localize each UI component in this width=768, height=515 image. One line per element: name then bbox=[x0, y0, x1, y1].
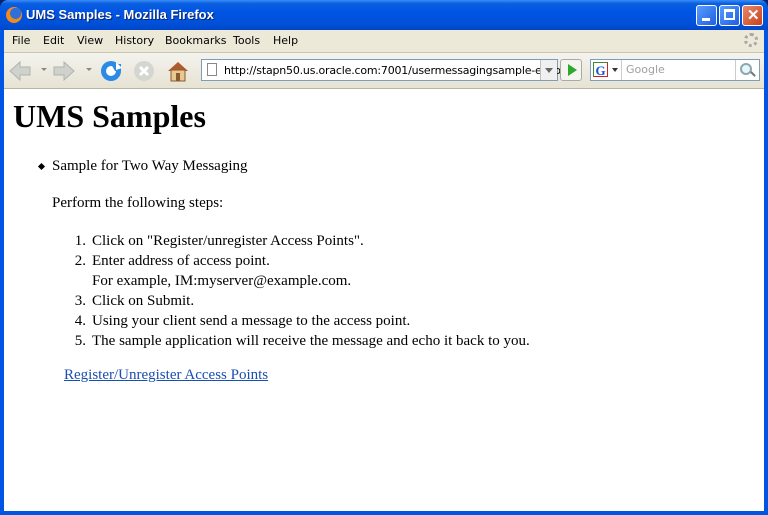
title-bar[interactable]: UMS Samples - Mozilla Firefox ✕ bbox=[0, 0, 768, 30]
back-history-dropdown[interactable] bbox=[41, 68, 47, 71]
register-access-points-link[interactable]: Register/Unregister Access Points bbox=[64, 367, 268, 384]
browser-window: UMS Samples - Mozilla Firefox ✕ File Edi… bbox=[0, 0, 768, 515]
step-example: For example, IM:myserver@example.com. bbox=[92, 273, 352, 289]
step-number: 1. bbox=[74, 233, 86, 249]
step-number: 3. bbox=[74, 293, 86, 309]
menu-help[interactable]: Help bbox=[273, 34, 298, 47]
step-text: The sample application will receive the … bbox=[92, 333, 530, 349]
step-text: Click on "Register/unregister Access Poi… bbox=[92, 233, 364, 249]
minimize-button[interactable] bbox=[696, 5, 717, 26]
url-text[interactable]: http://stapn50.us.oracle.com:7001/userme… bbox=[224, 64, 564, 77]
step-text: Click on Submit. bbox=[92, 293, 195, 309]
address-bar[interactable]: http://stapn50.us.oracle.com:7001/userme… bbox=[201, 59, 564, 81]
menu-file[interactable]: File bbox=[12, 34, 30, 47]
page-content: UMS Samples Sample for Two Way Messaging… bbox=[4, 89, 764, 511]
window-title: UMS Samples - Mozilla Firefox bbox=[26, 7, 214, 22]
maximize-button[interactable] bbox=[719, 5, 740, 26]
stop-icon[interactable] bbox=[132, 59, 156, 83]
search-engine-dropdown[interactable] bbox=[612, 68, 618, 72]
bullet-icon bbox=[37, 162, 46, 171]
forward-history-dropdown[interactable] bbox=[86, 68, 92, 71]
search-box[interactable]: G Google bbox=[590, 59, 760, 81]
back-arrow-icon[interactable] bbox=[8, 59, 32, 83]
navigation-toolbar: http://stapn50.us.oracle.com:7001/userme… bbox=[4, 53, 764, 89]
go-button[interactable] bbox=[560, 59, 582, 81]
page-heading: UMS Samples bbox=[13, 98, 206, 134]
google-icon[interactable]: G bbox=[593, 62, 608, 78]
menu-view[interactable]: View bbox=[77, 34, 103, 47]
forward-arrow-icon[interactable] bbox=[52, 59, 76, 83]
url-history-dropdown[interactable] bbox=[540, 60, 557, 80]
step-text: Using your client send a message to the … bbox=[92, 313, 411, 329]
menu-history[interactable]: History bbox=[115, 34, 154, 47]
reload-icon[interactable] bbox=[99, 59, 123, 83]
minimize-icon bbox=[702, 18, 710, 21]
home-icon[interactable] bbox=[166, 59, 190, 83]
firefox-icon bbox=[6, 7, 22, 23]
menu-tools[interactable]: Tools bbox=[233, 34, 260, 47]
steps-intro: Perform the following steps: bbox=[52, 195, 224, 211]
menu-edit[interactable]: Edit bbox=[43, 34, 64, 47]
step-text: Enter address of access point. bbox=[92, 253, 270, 269]
maximize-icon bbox=[724, 9, 735, 20]
search-input[interactable]: Google bbox=[621, 60, 738, 80]
bullet-item-text: Sample for Two Way Messaging bbox=[52, 158, 248, 174]
step-number: 5. bbox=[74, 333, 86, 349]
menu-bookmarks[interactable]: Bookmarks bbox=[165, 34, 226, 47]
throbber-icon bbox=[744, 33, 758, 47]
step-number: 4. bbox=[74, 313, 86, 329]
menu-bar: File Edit View History Bookmarks Tools H… bbox=[4, 30, 764, 53]
search-magnifier-icon[interactable] bbox=[735, 60, 758, 80]
page-icon bbox=[207, 63, 217, 76]
close-button[interactable]: ✕ bbox=[742, 5, 763, 26]
step-number: 2. bbox=[74, 253, 86, 269]
bullet-item: Sample for Two Way Messaging bbox=[37, 158, 248, 175]
close-icon: ✕ bbox=[747, 7, 760, 24]
